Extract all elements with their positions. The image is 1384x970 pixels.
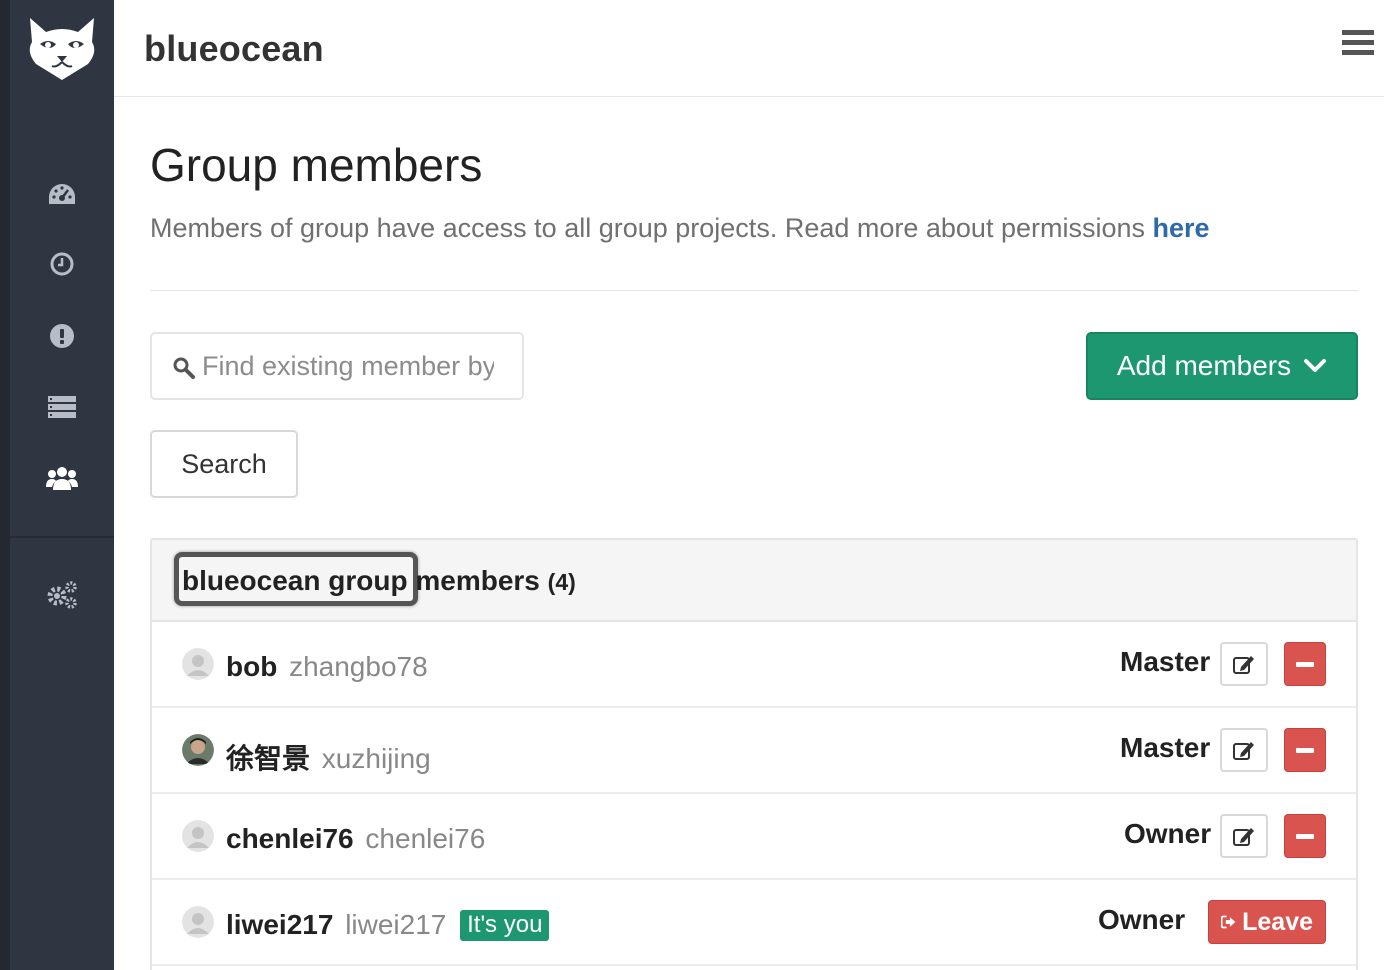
group-name: blueocean group bbox=[182, 565, 408, 596]
chevron-down-icon bbox=[1304, 359, 1327, 372]
member-search-input[interactable] bbox=[202, 344, 494, 388]
sign-out-icon bbox=[1221, 915, 1236, 929]
users-icon bbox=[46, 467, 78, 490]
member-role: Owner bbox=[1098, 904, 1186, 935]
members-word: members bbox=[415, 565, 540, 596]
minus-icon bbox=[1296, 661, 1314, 667]
sidebar-divider bbox=[10, 536, 114, 538]
user-photo-avatar bbox=[182, 734, 214, 766]
permissions-help-link[interactable]: here bbox=[1153, 213, 1210, 243]
page-title: Group members bbox=[150, 139, 483, 191]
member-username: chenlei76 bbox=[365, 823, 486, 854]
member-name[interactable]: 徐智景 bbox=[226, 743, 310, 774]
search-button[interactable]: Search bbox=[150, 430, 298, 498]
members-panel-heading: blueocean group members (4) bbox=[152, 540, 1356, 622]
edit-icon bbox=[1233, 742, 1254, 760]
minus-icon bbox=[1296, 833, 1314, 839]
top-header: blueocean bbox=[114, 0, 1384, 97]
member-row: 徐智景 xuzhijing Master bbox=[152, 708, 1356, 794]
members-panel-title: blueocean group members (4) bbox=[182, 565, 576, 597]
page-description: Members of group have access to all grou… bbox=[150, 213, 1210, 244]
exclamation-icon bbox=[50, 324, 74, 348]
cogs-icon bbox=[47, 581, 77, 609]
member-role: Owner bbox=[1124, 818, 1212, 849]
sidebar bbox=[0, 0, 114, 970]
group-title[interactable]: blueocean bbox=[144, 28, 324, 70]
edit-role-button[interactable] bbox=[1220, 814, 1268, 858]
sidebar-item-members[interactable] bbox=[10, 452, 114, 504]
sidebar-item-activity[interactable] bbox=[10, 238, 114, 290]
sidebar-item-merge-requests[interactable] bbox=[10, 381, 114, 433]
members-count: (4) bbox=[547, 569, 576, 595]
sidebar-item-issues[interactable] bbox=[10, 310, 114, 362]
clock-icon bbox=[50, 252, 74, 276]
member-name-line: bob zhangbo78 bbox=[226, 651, 428, 683]
member-row: liwei217 liwei217 It's you Owner Leave bbox=[152, 880, 1356, 966]
sidebar-item-settings[interactable] bbox=[10, 568, 114, 620]
member-role: Master bbox=[1120, 732, 1211, 763]
remove-member-button[interactable] bbox=[1284, 642, 1326, 686]
member-row: chenlei76 chenlei76 Owner bbox=[152, 794, 1356, 880]
search-icon bbox=[173, 357, 195, 379]
member-row: bob zhangbo78 Master bbox=[152, 622, 1356, 708]
member-username: xuzhijing bbox=[321, 743, 431, 774]
remove-member-button[interactable] bbox=[1284, 728, 1326, 772]
sidebar-edge bbox=[0, 0, 10, 970]
default-avatar-icon bbox=[182, 648, 214, 680]
member-name-line: liwei217 liwei217 It's you bbox=[226, 909, 550, 941]
add-members-button[interactable]: Add members bbox=[1086, 332, 1358, 400]
member-name-line: chenlei76 chenlei76 bbox=[226, 823, 485, 855]
dashboard-icon bbox=[49, 184, 75, 204]
section-divider bbox=[150, 290, 1358, 291]
gitlab-fox-logo-icon[interactable] bbox=[26, 14, 98, 82]
member-name[interactable]: chenlei76 bbox=[226, 823, 354, 854]
member-name-line: 徐智景 xuzhijing bbox=[226, 737, 431, 777]
its-you-badge: It's you bbox=[460, 910, 550, 941]
edit-icon bbox=[1233, 828, 1254, 846]
default-avatar-icon bbox=[182, 906, 214, 938]
list-icon bbox=[48, 396, 76, 418]
member-name[interactable]: bob bbox=[226, 651, 277, 682]
hamburger-menu-icon[interactable] bbox=[1342, 28, 1374, 56]
edit-role-button[interactable] bbox=[1220, 728, 1268, 772]
members-panel: blueocean group members (4) bob zhangbo7… bbox=[150, 538, 1358, 970]
member-role: Master bbox=[1120, 646, 1211, 677]
sidebar-item-dashboard[interactable] bbox=[10, 168, 114, 220]
edit-role-button[interactable] bbox=[1220, 642, 1268, 686]
remove-member-button[interactable] bbox=[1284, 814, 1326, 858]
default-avatar-icon bbox=[182, 820, 214, 852]
member-username: liwei217 bbox=[345, 909, 447, 940]
add-members-label: Add members bbox=[1116, 350, 1292, 381]
edit-icon bbox=[1233, 656, 1254, 674]
member-search-field[interactable] bbox=[150, 332, 524, 400]
leave-label: Leave bbox=[1242, 907, 1313, 936]
member-username: zhangbo78 bbox=[289, 651, 428, 682]
member-name[interactable]: liwei217 bbox=[226, 909, 333, 940]
minus-icon bbox=[1296, 747, 1314, 753]
page-description-text: Members of group have access to all grou… bbox=[150, 213, 1145, 243]
leave-group-button[interactable]: Leave bbox=[1208, 900, 1326, 944]
